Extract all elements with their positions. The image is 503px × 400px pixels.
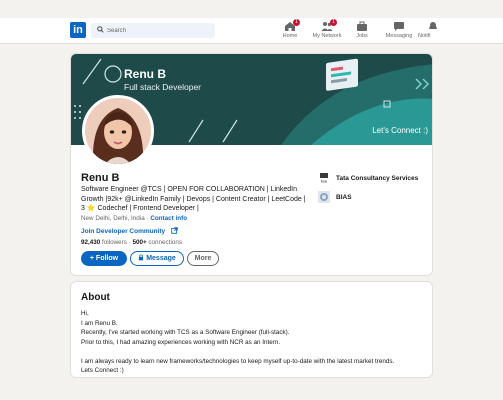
nav-jobs-label: Jobs [356,33,368,39]
profile-name: Renu B [81,172,120,184]
top-navbar: in 1 Home 1 My Network Jobs Messaging [0,18,503,44]
profile-stats: 92,430 followers · 500+ connections [81,239,182,246]
nav-notifications[interactable]: Notifi [418,19,438,43]
about-title: About [81,292,110,303]
avatar-image [85,98,151,164]
search-icon [97,26,104,33]
svg-text:tcs: tcs [321,179,328,184]
followers-count[interactable]: 92,430 [81,239,100,246]
company-tcs-name: Tata Consultancy Services [336,175,419,182]
message-button[interactable]: Message [130,251,184,266]
banner-name: Renu B [124,67,166,81]
avatar[interactable] [82,95,154,167]
connections-count[interactable]: 500+ [132,239,146,246]
developer-community-label: Join Developer Community [81,228,166,235]
nav-home-label: Home [282,33,298,39]
about-line: Prior to this, I had amazing experiences… [81,338,281,346]
follow-button[interactable]: + Follow [81,251,127,266]
nav-messaging-label: Messaging [385,33,413,39]
jobs-icon [356,21,368,32]
nav-my-network[interactable]: 1 My Network [311,19,343,43]
company-bias-name: BIAS [336,194,352,201]
tcs-logo: tcs [318,172,330,184]
contact-info-link[interactable]: Contact info [150,215,187,222]
linkedin-logo[interactable]: in [70,22,86,38]
about-line [81,347,394,357]
notifications-icon [427,21,438,32]
followers-label: followers · [100,239,133,246]
more-button[interactable]: More [187,251,219,266]
network-badge: 1 [330,19,337,26]
profile-location-row: New Delhi, Delhi, India · Contact info [81,215,187,222]
about-line: Lets Connect :) [81,367,124,374]
home-badge: 1 [293,19,300,26]
nav-home[interactable]: 1 Home [280,19,300,43]
nav-messaging[interactable]: Messaging [384,19,414,43]
nav-jobs[interactable]: Jobs [353,19,371,43]
search-box[interactable] [91,23,215,38]
search-input[interactable] [107,23,211,38]
messaging-icon [393,21,405,32]
connections-label: connections [146,239,183,246]
profile-location: New Delhi, Delhi, India [81,215,145,222]
message-label: Message [146,255,176,262]
developer-community-link[interactable]: Join Developer Community [81,227,178,235]
profile-card: Renu B Full stack Developer Let's Connec… [70,53,433,276]
external-link-icon [171,227,178,234]
about-line: I am always ready to learn new framework… [81,357,395,365]
network-icon: 1 [321,19,337,32]
about-card: About Hi, I am Renu B. Recently, I've st… [70,281,433,378]
about-line: I am Renu B. [81,319,118,327]
banner-cta: Let's Connect :) [372,126,428,135]
about-line: Hi, [81,310,89,317]
bias-logo [318,191,330,203]
banner-role: Full stack Developer [124,82,202,92]
profile-headline: Software Engineer @TCS | OPEN FOR COLLAB… [81,186,306,212]
nav-notifications-label: Notifi [418,33,431,39]
home-icon: 1 [284,19,300,32]
nav-network-label: My Network [312,33,342,39]
lock-icon [139,254,144,261]
about-text: Hi, I am Renu B. Recently, I've started … [81,309,394,376]
about-line: Recently, I've started working with TCS … [81,329,290,336]
